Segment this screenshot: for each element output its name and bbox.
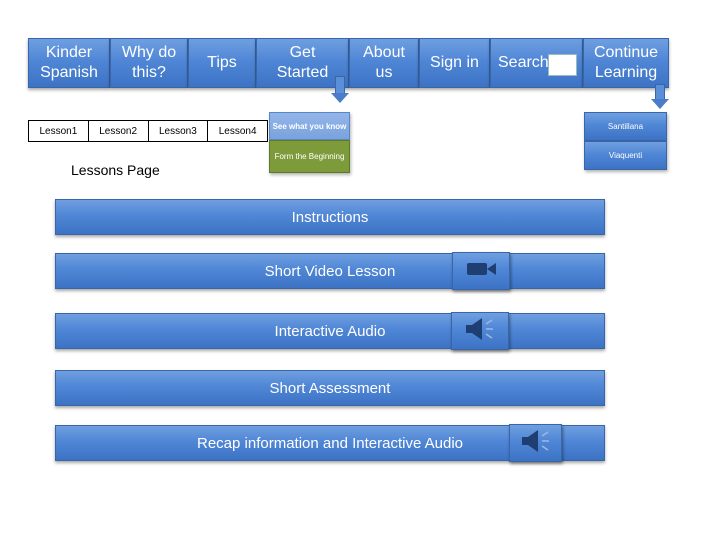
down-arrow-icon: [651, 99, 669, 109]
section-short-video-lesson[interactable]: Short Video Lesson: [55, 253, 605, 289]
speaker-icon: [516, 428, 556, 459]
section-short-assessment[interactable]: Short Assessment: [55, 370, 605, 406]
nav-continue-learning[interactable]: Continue Learning: [583, 38, 669, 88]
nav-tips[interactable]: Tips: [188, 38, 256, 88]
section-label: Short Assessment: [269, 379, 391, 397]
menu-item-viaquenti[interactable]: Viaquenti: [584, 141, 667, 170]
section-label: Short Video Lesson: [264, 262, 396, 280]
search-input[interactable]: [548, 54, 577, 76]
speaker-icon: [460, 316, 500, 347]
lesson-tab-3[interactable]: Lesson3: [147, 120, 209, 142]
page-title: Lessons Page: [71, 162, 160, 178]
down-arrow-icon: [331, 93, 349, 103]
down-arrow-shaft: [335, 76, 345, 94]
video-button[interactable]: [452, 252, 510, 290]
nav-label: Sign in: [430, 54, 479, 71]
section-instructions[interactable]: Instructions: [55, 199, 605, 235]
nav-sign-in[interactable]: Sign in: [419, 38, 490, 88]
video-camera-icon: [465, 260, 497, 283]
menu-item-see-what-you-know[interactable]: See what you know: [269, 112, 350, 140]
down-arrow-shaft: [655, 84, 665, 100]
section-label: Instructions: [291, 208, 369, 226]
nav-kinder-spanish[interactable]: Kinder Spanish: [28, 38, 110, 88]
section-interactive-audio[interactable]: Interactive Audio: [55, 313, 605, 349]
nav-label: Continue Learning: [593, 44, 659, 81]
nav-label: Tips: [207, 54, 237, 71]
nav-about-us[interactable]: About us: [349, 38, 419, 88]
audio-button[interactable]: [451, 312, 509, 350]
get-started-dropdown: See what you know Form the Beginning: [269, 112, 350, 173]
section-label: Recap information and Interactive Audio: [197, 434, 463, 452]
recap-audio-button[interactable]: [509, 424, 562, 462]
nav-label: Kinder Spanish: [40, 44, 98, 81]
lesson-tab-2[interactable]: Lesson2: [87, 120, 149, 142]
nav-label: Why do this?: [121, 44, 177, 81]
nav-why-do-this[interactable]: Why do this?: [110, 38, 188, 88]
lesson-tabs: Lesson1 Lesson2 Lesson3 Lesson4: [28, 120, 268, 142]
lesson-tab-4[interactable]: Lesson4: [207, 120, 268, 142]
continue-learning-dropdown: Santillana Viaquenti: [584, 112, 667, 170]
section-label: Interactive Audio: [274, 322, 386, 340]
nav-label: About us: [363, 44, 405, 81]
nav-label: Get Started: [276, 44, 329, 81]
nav-label: Search: [498, 54, 549, 71]
menu-item-form-the-beginning[interactable]: Form the Beginning: [269, 140, 350, 173]
lesson-tab-1[interactable]: Lesson1: [28, 120, 89, 142]
menu-item-santillana[interactable]: Santillana: [584, 112, 667, 141]
